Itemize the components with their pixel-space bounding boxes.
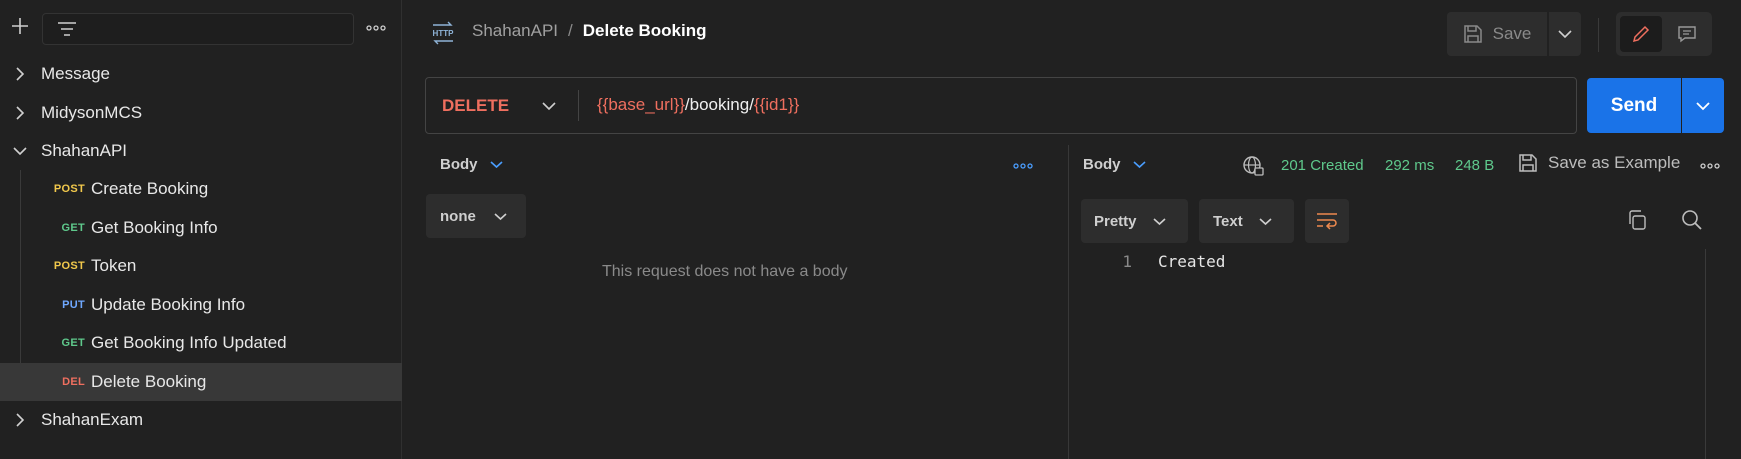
request-item[interactable]: GET Get Booking Info <box>0 209 402 247</box>
collection-label: Message <box>41 64 110 83</box>
save-as-example-button[interactable]: Save as Example <box>1518 153 1680 173</box>
save-button[interactable]: Save <box>1447 12 1547 56</box>
panel-divider[interactable] <box>1068 145 1069 459</box>
chevron-down-icon <box>542 101 556 111</box>
chevron-right-icon[interactable] <box>13 67 27 81</box>
filter-input[interactable] <box>42 13 354 45</box>
page-title[interactable]: Delete Booking <box>583 21 707 41</box>
language-select[interactable]: Text <box>1199 199 1294 243</box>
chevron-down-icon <box>489 160 503 169</box>
collection-item-midysonmcs[interactable]: MidysonMCS <box>0 94 402 132</box>
request-label: Update Booking Info <box>91 295 246 314</box>
response-body-label: Body <box>1083 156 1121 173</box>
url-variable-id: {{id1}} <box>753 95 800 114</box>
chevron-down-icon <box>1558 29 1572 39</box>
breadcrumb: ShahanAPI / Delete Booking <box>472 21 707 41</box>
method-select[interactable]: DELETE <box>426 78 578 133</box>
send-dropdown-button[interactable] <box>1682 78 1724 133</box>
response-body-text[interactable]: Created <box>1158 252 1225 271</box>
method-badge: GET <box>61 222 85 234</box>
format-value: Pretty <box>1094 212 1137 230</box>
save-icon <box>1518 153 1538 173</box>
body-type-value: none <box>440 207 476 225</box>
url-path: /booking/ <box>684 95 754 114</box>
pencil-icon <box>1631 24 1651 44</box>
collection-item-shahanexam[interactable]: ShahanExam <box>0 401 402 439</box>
empty-body-message: This request does not have a body <box>602 263 848 280</box>
divider <box>1598 18 1599 52</box>
svg-text:HTTP: HTTP <box>433 29 455 38</box>
http-icon: HTTP <box>430 20 456 46</box>
breadcrumb-separator: / <box>568 21 573 40</box>
request-label: Create Booking <box>91 179 209 198</box>
collection-item-message[interactable]: Message <box>0 55 402 93</box>
more-options-icon[interactable] <box>1699 157 1721 175</box>
save-as-example-label: Save as Example <box>1548 153 1681 172</box>
save-icon <box>1463 24 1483 44</box>
response-time[interactable]: 292 ms <box>1385 157 1434 174</box>
body-type-select[interactable]: none <box>426 194 526 238</box>
more-options-icon[interactable] <box>1012 157 1034 175</box>
request-item-selected[interactable]: DEL Delete Booking <box>0 363 402 401</box>
request-item[interactable]: PUT Update Booking Info <box>0 286 402 324</box>
breadcrumb-parent[interactable]: ShahanAPI <box>472 21 558 41</box>
collection-label: ShahanAPI <box>41 141 128 160</box>
chevron-right-icon[interactable] <box>13 413 27 427</box>
language-value: Text <box>1213 212 1243 230</box>
method-badge: PUT <box>62 299 85 311</box>
divider <box>578 90 579 121</box>
copy-icon[interactable] <box>1622 205 1652 235</box>
request-item[interactable]: GET Get Booking Info Updated <box>0 324 402 362</box>
collection-label: ShahanExam <box>41 410 144 429</box>
filter-icon[interactable] <box>57 20 77 38</box>
wrap-lines-button[interactable] <box>1305 199 1349 243</box>
sidebar-toolbar <box>0 0 402 57</box>
request-label: Get Booking Info Updated <box>91 333 287 352</box>
line-number: 1 <box>1122 252 1132 271</box>
chevron-down-icon <box>1696 101 1710 111</box>
search-icon[interactable] <box>1677 205 1707 235</box>
request-label: Token <box>91 256 137 275</box>
url-bar: DELETE {{base_url}}/booking/{{id1}} <box>425 77 1577 134</box>
url-variable-base-url: {{base_url}} <box>597 95 685 114</box>
chevron-down-icon <box>1132 160 1146 169</box>
save-label: Save <box>1492 24 1532 43</box>
collection-label: MidysonMCS <box>41 103 143 122</box>
response-status[interactable]: 201 Created <box>1281 157 1364 174</box>
format-select[interactable]: Pretty <box>1081 199 1188 243</box>
scrollbar[interactable] <box>1705 249 1706 459</box>
chevron-down-icon[interactable] <box>13 144 27 158</box>
request-item[interactable]: POST Token <box>0 247 402 285</box>
method-badge: GET <box>61 337 85 349</box>
comment-mode-button[interactable] <box>1666 16 1708 52</box>
add-icon[interactable] <box>8 14 32 38</box>
chevron-right-icon[interactable] <box>13 106 27 120</box>
chevron-down-icon <box>1152 217 1166 226</box>
save-dropdown-button[interactable] <box>1549 12 1581 56</box>
method-value: DELETE <box>442 95 510 115</box>
response-body-tab[interactable]: Body <box>1083 156 1146 173</box>
network-globe-icon[interactable] <box>1241 154 1265 178</box>
chevron-down-icon <box>1259 217 1272 226</box>
request-body-label: Body <box>440 156 478 173</box>
url-input[interactable]: {{base_url}}/booking/{{id1}} <box>597 95 799 115</box>
request-label: Get Booking Info <box>91 218 218 237</box>
method-badge: POST <box>53 260 85 272</box>
comment-icon <box>1677 24 1697 44</box>
send-button[interactable]: Send <box>1587 78 1681 133</box>
wrap-lines-icon <box>1316 212 1338 230</box>
more-options-icon[interactable] <box>364 18 388 38</box>
method-badge: DEL <box>62 376 85 388</box>
collection-item-shahanapi[interactable]: ShahanAPI <box>0 132 402 170</box>
sidebar: Message MidysonMCS ShahanAPI POST Create… <box>0 0 402 459</box>
chevron-down-icon <box>494 212 507 221</box>
request-label: Delete Booking <box>91 372 207 391</box>
response-size[interactable]: 248 B <box>1455 157 1494 174</box>
request-item[interactable]: POST Create Booking <box>0 170 402 208</box>
view-mode-toggle <box>1616 12 1712 56</box>
method-badge: POST <box>53 183 85 195</box>
request-body-tab[interactable]: Body <box>440 156 503 173</box>
edit-mode-button[interactable] <box>1620 16 1662 52</box>
